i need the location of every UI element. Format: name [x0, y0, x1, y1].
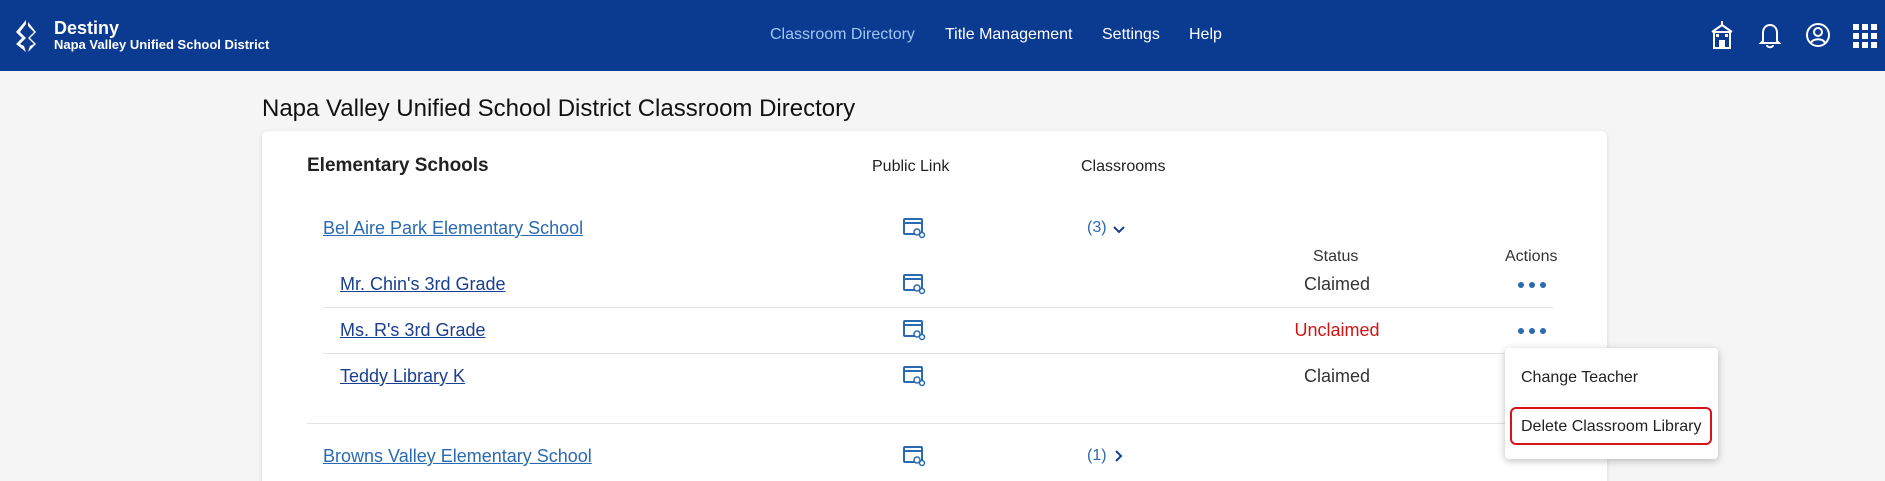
page-title: Napa Valley Unified School District Clas…	[262, 95, 856, 122]
classroom-count-bel-aire-park[interactable]: (3)	[1087, 219, 1107, 237]
menu-item-delete-classroom-library[interactable]: Delete Classroom Library	[1510, 407, 1712, 445]
school-icon[interactable]	[1708, 20, 1736, 50]
actions-dropdown-menu: Change Teacher Delete Classroom Library	[1505, 348, 1718, 459]
public-link-icon[interactable]	[902, 445, 926, 467]
classroom-link-mr-chin[interactable]: Mr. Chin's 3rd Grade	[340, 274, 506, 295]
apps-grid-icon[interactable]	[1851, 20, 1879, 50]
actions-menu-button[interactable]	[1517, 279, 1549, 291]
classroom-link-teddy-library[interactable]: Teddy Library K	[340, 366, 465, 387]
status-badge: Unclaimed	[1294, 320, 1380, 340]
classrooms-header: Classrooms	[1081, 158, 1166, 175]
school-divider	[307, 423, 1553, 424]
section-title: Elementary Schools	[307, 155, 489, 176]
nav-classroom-directory[interactable]: Classroom Directory	[770, 26, 915, 44]
nav-help[interactable]: Help	[1189, 26, 1222, 44]
actions-menu-button[interactable]	[1517, 325, 1549, 337]
row-divider	[323, 353, 1553, 354]
bell-icon[interactable]	[1756, 20, 1784, 50]
public-link-icon[interactable]	[902, 273, 926, 295]
public-link-header: Public Link	[872, 158, 950, 175]
classroom-count-browns-valley[interactable]: (1)	[1087, 447, 1107, 465]
classroom-link-ms-r[interactable]: Ms. R's 3rd Grade	[340, 320, 485, 341]
status-header: Status	[1313, 248, 1359, 265]
status-badge: Claimed	[1303, 274, 1371, 294]
top-navigation-bar: Destiny Napa Valley Unified School Distr…	[0, 0, 1885, 71]
app-name[interactable]: Destiny	[54, 18, 119, 39]
public-link-icon[interactable]	[902, 365, 926, 387]
nav-title-management[interactable]: Title Management	[945, 26, 1072, 44]
status-badge: Claimed	[1303, 366, 1371, 386]
school-link-browns-valley[interactable]: Browns Valley Elementary School	[323, 446, 592, 467]
actions-header: Actions	[1505, 248, 1558, 265]
school-link-bel-aire-park[interactable]: Bel Aire Park Elementary School	[323, 218, 583, 239]
public-link-icon[interactable]	[902, 217, 926, 239]
public-link-icon[interactable]	[902, 319, 926, 341]
chevron-right-icon[interactable]	[1112, 449, 1126, 463]
directory-card	[262, 131, 1607, 481]
nav-settings[interactable]: Settings	[1102, 26, 1160, 44]
chevron-down-icon[interactable]	[1112, 223, 1126, 237]
menu-item-change-teacher[interactable]: Change Teacher	[1521, 369, 1638, 387]
destiny-logo-icon[interactable]	[12, 18, 40, 54]
district-name: Napa Valley Unified School District	[54, 37, 270, 52]
row-divider	[323, 307, 1553, 308]
user-account-icon[interactable]	[1804, 20, 1832, 50]
